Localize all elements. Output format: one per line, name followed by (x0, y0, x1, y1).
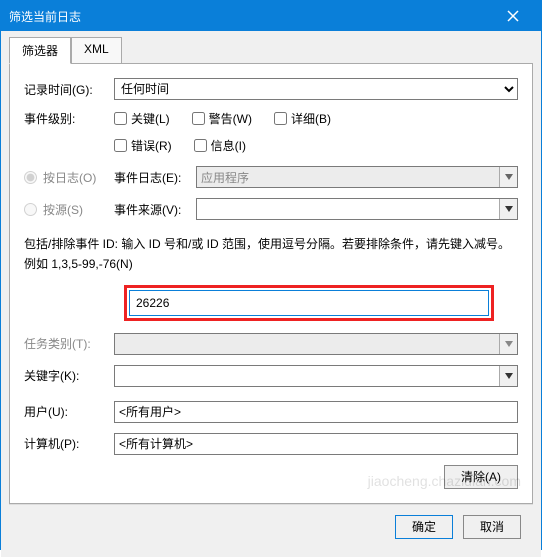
by-source-radio-label: 按源(S) (24, 201, 114, 218)
logged-label: 记录时间(G): (24, 81, 114, 98)
dialog-window: 筛选当前日志 筛选器 XML 记录时间(G): 任何时间 事件级别: (0, 0, 542, 550)
clear-button[interactable]: 清除(A) (444, 465, 518, 489)
keywords-dropdown-button[interactable] (499, 366, 517, 386)
event-id-highlight (124, 285, 494, 321)
level-verbose[interactable]: 详细(B) (274, 110, 331, 127)
event-log-combo: 应用程序 (196, 166, 518, 188)
chevron-down-icon (505, 206, 513, 212)
computer-label: 计算机(P): (24, 435, 114, 452)
chevron-down-icon (505, 373, 513, 379)
level-verbose-checkbox[interactable] (274, 112, 287, 125)
logged-time-select[interactable]: 任何时间 (114, 78, 518, 100)
level-info[interactable]: 信息(I) (194, 137, 246, 154)
ok-button[interactable]: 确定 (395, 515, 453, 539)
dialog-content: 筛选器 XML 记录时间(G): 任何时间 事件级别: 关键(L) 警告(W) (1, 31, 541, 557)
titlebar: 筛选当前日志 (1, 1, 541, 31)
event-log-dropdown-button (499, 167, 517, 187)
cancel-button[interactable]: 取消 (463, 515, 521, 539)
task-category-dropdown-button (499, 334, 517, 354)
tabs: 筛选器 XML (9, 37, 533, 64)
computer-input[interactable] (114, 433, 518, 455)
chevron-down-icon (505, 341, 513, 347)
tab-xml[interactable]: XML (71, 37, 122, 64)
keywords-combo[interactable] (114, 365, 518, 387)
dialog-footer: 确定 取消 (9, 504, 533, 549)
level-critical[interactable]: 关键(L) (114, 110, 170, 127)
close-button[interactable] (493, 1, 533, 31)
tab-filter[interactable]: 筛选器 (9, 37, 71, 64)
level-info-checkbox[interactable] (194, 139, 207, 152)
by-log-radio-label: 按日志(O) (24, 169, 114, 186)
by-source-radio (24, 203, 37, 216)
chevron-down-icon (505, 174, 513, 180)
keywords-label: 关键字(K): (24, 367, 114, 384)
by-log-radio (24, 171, 37, 184)
level-warning[interactable]: 警告(W) (192, 110, 252, 127)
window-title: 筛选当前日志 (9, 8, 493, 25)
event-id-input[interactable] (129, 290, 489, 316)
event-source-combo[interactable] (196, 198, 518, 220)
event-level-label: 事件级别: (24, 110, 114, 127)
event-source-dropdown-button[interactable] (499, 199, 517, 219)
user-input[interactable] (114, 401, 518, 423)
level-error[interactable]: 错误(R) (114, 137, 172, 154)
user-label: 用户(U): (24, 403, 114, 420)
event-log-label: 事件日志(E): (114, 169, 196, 186)
level-error-checkbox[interactable] (114, 139, 127, 152)
event-id-help: 包括/排除事件 ID: 输入 ID 号和/或 ID 范围，使用逗号分隔。若要排除… (24, 234, 518, 275)
filter-panel: 记录时间(G): 任何时间 事件级别: 关键(L) 警告(W) 详细(B) (9, 63, 533, 504)
level-warning-checkbox[interactable] (192, 112, 205, 125)
task-category-label: 任务类别(T): (24, 335, 114, 352)
level-critical-checkbox[interactable] (114, 112, 127, 125)
event-source-label: 事件来源(V): (114, 201, 196, 218)
close-icon (507, 10, 519, 22)
task-category-combo (114, 333, 518, 355)
